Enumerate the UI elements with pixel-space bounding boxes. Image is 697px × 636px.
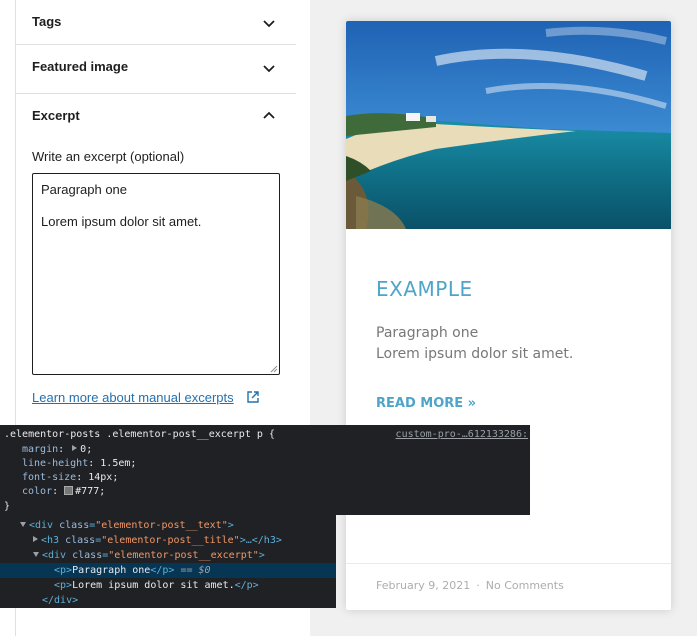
tag-open: <p>: [54, 580, 73, 591]
post-excerpt-line-1: Paragraph one: [376, 325, 479, 341]
dom-node-closing[interactable]: </div>: [0, 593, 336, 608]
panel-tags-label: Tags: [32, 14, 62, 29]
css-declaration-color[interactable]: color: #777;: [22, 485, 105, 499]
excerpt-help-label: Write an excerpt (optional): [32, 149, 185, 164]
tag-close: >…</h3>: [239, 535, 282, 546]
post-meta: February 9, 2021 · No Comments: [376, 579, 564, 592]
devtools-styles-pane: .elementor-posts .elementor-post__excerp…: [0, 425, 530, 515]
tag-close: </p>: [234, 580, 259, 591]
tag-close: >: [227, 520, 234, 531]
dom-node-paragraph-selected[interactable]: <p>Paragraph one</p> == $0: [0, 563, 336, 578]
chevron-up-icon[interactable]: [262, 109, 276, 123]
post-title[interactable]: EXAMPLE: [376, 277, 473, 301]
panel-featured-image[interactable]: Featured image: [16, 45, 296, 94]
post-thumbnail-image[interactable]: [346, 21, 671, 229]
tag-open: <div: [42, 550, 67, 561]
excerpt-paragraph-1: Paragraph one: [41, 182, 128, 197]
css-closing-brace: }: [4, 501, 11, 512]
card-divider: [346, 563, 671, 564]
post-date: February 9, 2021: [376, 579, 471, 592]
expand-arrow-icon[interactable]: [33, 536, 38, 542]
read-more-link[interactable]: READ MORE »: [376, 396, 476, 411]
color-swatch-icon[interactable]: [64, 486, 74, 495]
css-declaration-line-height[interactable]: line-height: 1.5em;: [22, 457, 136, 471]
resize-grip-icon[interactable]: [270, 365, 278, 373]
node-text: Paragraph one: [72, 565, 151, 576]
tag-close: </div>: [42, 595, 79, 606]
attr-name: class: [72, 550, 103, 561]
css-declaration-font-size[interactable]: font-size: 14px;: [22, 471, 118, 485]
panel-excerpt-label: Excerpt: [32, 108, 80, 123]
tag-close: >: [258, 550, 265, 561]
selected-node-marker: == $0: [180, 565, 211, 576]
collapse-arrow-icon[interactable]: [33, 552, 39, 557]
css-selector[interactable]: .elementor-posts .elementor-post__excerp…: [4, 428, 275, 442]
post-card: EXAMPLE Paragraph one Lorem ipsum dolor …: [346, 21, 671, 610]
chevron-down-icon[interactable]: [262, 61, 276, 75]
tag-open: <p>: [54, 565, 73, 576]
excerpt-textarea[interactable]: Paragraph one Lorem ipsum dolor sit amet…: [32, 173, 280, 375]
css-declaration-margin[interactable]: margin: 0;: [22, 443, 92, 457]
attr-value: "elementor-post__text": [95, 520, 228, 531]
node-text: Lorem ipsum dolor sit amet.: [72, 580, 235, 591]
css-prop: color: [22, 486, 53, 497]
css-value: 14px;: [88, 472, 119, 483]
external-link-icon[interactable]: [246, 390, 260, 404]
dom-node-post-excerpt[interactable]: <div class="elementor-post__excerpt">: [0, 548, 336, 563]
expand-triangle-icon[interactable]: [72, 445, 78, 451]
post-excerpt: Paragraph one Lorem ipsum dolor sit amet…: [376, 323, 573, 365]
css-source-link[interactable]: custom-pro-…612133286:: [396, 428, 528, 442]
panel-featured-image-label: Featured image: [32, 59, 129, 74]
excerpt-paragraph-2: Lorem ipsum dolor sit amet.: [41, 214, 202, 229]
tag-open: <h3: [41, 535, 60, 546]
attr-value: "elementor-post__excerpt": [108, 550, 259, 561]
devtools-elements-pane: <div class="elementor-post__text"> <h3 c…: [0, 515, 336, 608]
post-excerpt-line-2: Lorem ipsum dolor sit amet.: [376, 346, 574, 362]
dom-node-paragraph[interactable]: <p>Lorem ipsum dolor sit amet.</p>: [0, 578, 336, 593]
learn-more-excerpts-link[interactable]: Learn more about manual excerpts: [32, 390, 234, 405]
panel-tags[interactable]: Tags: [16, 0, 296, 45]
post-comments-count[interactable]: No Comments: [486, 579, 564, 592]
css-value: 1.5em;: [100, 458, 137, 469]
attr-name: class: [59, 520, 90, 531]
tag-close: </p>: [150, 565, 175, 576]
chevron-down-icon[interactable]: [262, 16, 276, 30]
css-value: #777;: [75, 486, 106, 497]
dom-node-post-text[interactable]: <div class="elementor-post__text">: [0, 518, 336, 533]
css-value: 0;: [80, 444, 93, 455]
css-prop: margin: [22, 444, 59, 455]
css-prop: line-height: [22, 458, 89, 469]
dom-node-post-title[interactable]: <h3 class="elementor-post__title">…</h3>: [0, 533, 336, 548]
panel-excerpt[interactable]: Excerpt: [16, 94, 296, 143]
meta-separator: ·: [476, 579, 480, 592]
css-prop: font-size: [22, 472, 77, 483]
attr-value: "elementor-post__title": [101, 535, 240, 546]
tag-open: <div: [29, 520, 54, 531]
attr-name: class: [65, 535, 96, 546]
collapse-arrow-icon[interactable]: [20, 522, 26, 527]
